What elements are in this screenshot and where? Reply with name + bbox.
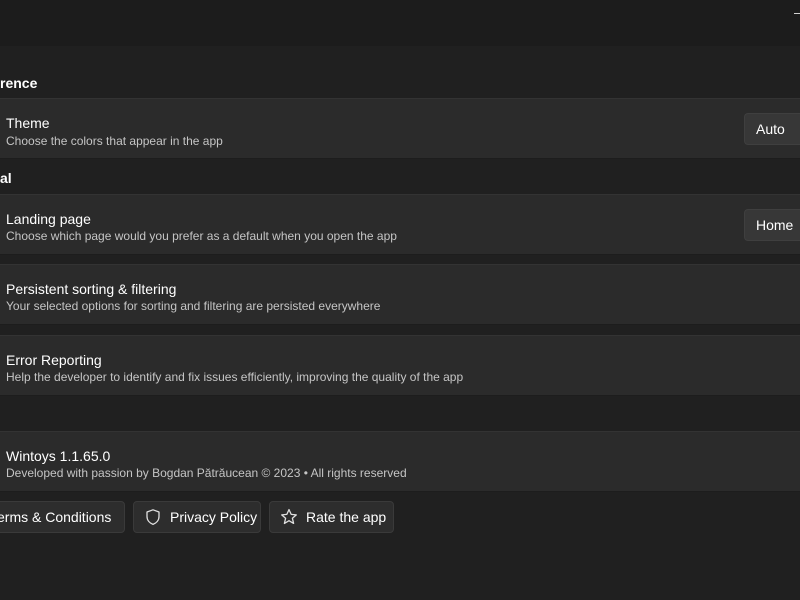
terms-conditions-label: erms & Conditions (0, 509, 112, 525)
persistent-sorting-setting-card[interactable]: Persistent sorting & filtering Your sele… (0, 264, 800, 325)
landing-page-description: Choose which page would you prefer as a … (6, 229, 397, 243)
error-reporting-description: Help the developer to identify and fix i… (6, 370, 464, 384)
section-header-general: al (0, 170, 12, 186)
theme-title: Theme (6, 115, 50, 131)
persistent-sorting-description: Your selected options for sorting and fi… (6, 299, 381, 313)
terms-conditions-button[interactable]: erms & Conditions (0, 501, 125, 533)
shield-icon (144, 508, 162, 526)
error-reporting-setting-card[interactable]: Error Reporting Help the developer to id… (0, 335, 800, 396)
theme-description: Choose the colors that appear in the app (6, 134, 223, 148)
settings-page: rence Theme Choose the colors that appea… (0, 46, 800, 600)
about-title: Wintoys 1.1.65.0 (6, 448, 111, 464)
star-icon (280, 508, 298, 526)
persistent-sorting-title: Persistent sorting & filtering (6, 281, 177, 297)
theme-dropdown[interactable]: Auto (744, 113, 800, 145)
privacy-policy-label: Privacy Policy (170, 509, 258, 525)
landing-page-dropdown[interactable]: Home (744, 209, 800, 241)
rate-app-button[interactable]: Rate the app (269, 501, 394, 533)
error-reporting-title: Error Reporting (6, 352, 102, 368)
privacy-policy-button[interactable]: Privacy Policy (133, 501, 261, 533)
section-header-appearance: rence (0, 75, 38, 91)
title-bar (0, 0, 800, 46)
landing-page-setting-card: Landing page Choose which page would you… (0, 194, 800, 255)
theme-setting-card: Theme Choose the colors that appear in t… (0, 98, 800, 159)
about-card: Wintoys 1.1.65.0 Developed with passion … (0, 431, 800, 492)
about-description: Developed with passion by Bogdan Pătrăuc… (6, 466, 407, 480)
rate-app-label: Rate the app (306, 509, 387, 525)
landing-page-title: Landing page (6, 211, 91, 227)
minimize-icon[interactable] (794, 13, 800, 14)
